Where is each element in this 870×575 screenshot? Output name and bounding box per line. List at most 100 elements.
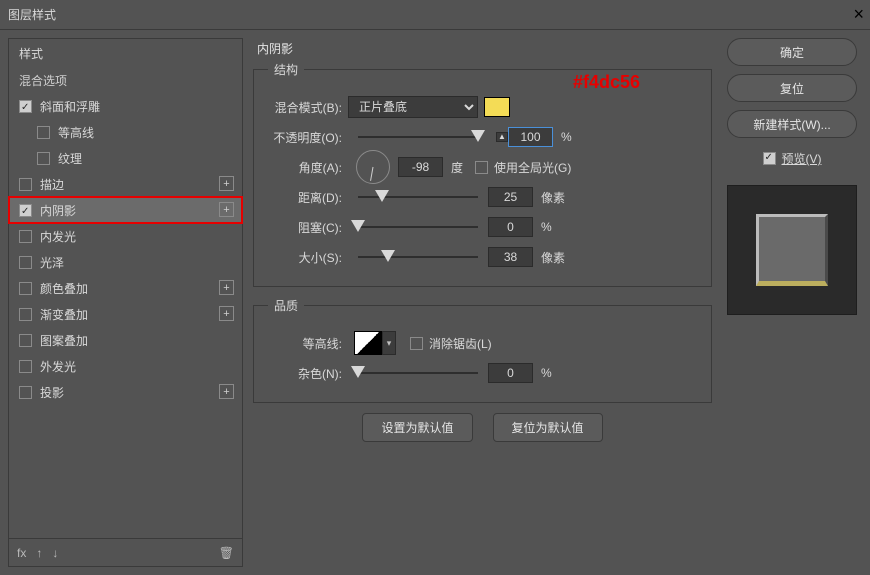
structure-group: 结构 混合模式(B): 正片叠底 不透明度(O): ▲ % 角度(A): 度: [253, 61, 712, 287]
color-swatch[interactable]: [484, 97, 510, 117]
size-unit: 像素: [541, 249, 565, 266]
contour-dropdown-icon[interactable]: ▾: [382, 331, 396, 355]
sidebar-item-6[interactable]: 光泽: [9, 249, 242, 275]
sidebar-item-1[interactable]: 等高线: [9, 119, 242, 145]
blend-mode-select[interactable]: 正片叠底: [348, 96, 478, 118]
sidebar-item-label: 内阴影: [40, 202, 76, 219]
sidebar-item-0[interactable]: 斜面和浮雕: [9, 93, 242, 119]
sidebar-footer: fx ↑ ↓ 🗑: [9, 538, 242, 566]
sidebar-item-label: 光泽: [40, 254, 64, 271]
color-annotation: #f4dc56: [573, 72, 640, 93]
size-label: 大小(S):: [268, 249, 348, 266]
add-icon[interactable]: +: [219, 280, 234, 295]
preview-checkbox[interactable]: [763, 152, 776, 165]
angle-label: 角度(A):: [268, 159, 348, 176]
checkbox-icon[interactable]: [19, 334, 32, 347]
anti-alias-checkbox[interactable]: [410, 337, 423, 350]
noise-label: 杂色(N):: [268, 365, 348, 382]
choke-label: 阻塞(C):: [268, 219, 348, 236]
sidebar-item-label: 内发光: [40, 228, 76, 245]
contour-picker[interactable]: [354, 331, 382, 355]
sidebar-item-8[interactable]: 渐变叠加 +: [9, 301, 242, 327]
preview-thumbnail: [727, 185, 857, 315]
sidebar-item-label: 斜面和浮雕: [40, 98, 100, 115]
sidebar-item-label: 外发光: [40, 358, 76, 375]
angle-unit: 度: [451, 159, 463, 176]
sidebar-header: 样式: [9, 39, 242, 68]
trash-icon[interactable]: 🗑: [219, 546, 234, 560]
sidebar-item-label: 纹理: [58, 150, 82, 167]
titlebar: 图层样式 ×: [0, 0, 870, 30]
structure-legend: 结构: [268, 61, 304, 78]
size-input[interactable]: [488, 247, 533, 267]
arrow-up-icon[interactable]: ↑: [36, 546, 42, 560]
checkbox-icon[interactable]: [37, 126, 50, 139]
preview-label: 预览(V): [782, 150, 822, 167]
sidebar-item-9[interactable]: 图案叠加: [9, 327, 242, 353]
noise-input[interactable]: [488, 363, 533, 383]
sidebar-item-label: 投影: [40, 384, 64, 401]
checkbox-icon[interactable]: [19, 178, 32, 191]
close-icon[interactable]: ×: [853, 4, 864, 25]
sidebar-item-4[interactable]: 内阴影 +: [9, 197, 242, 223]
add-icon[interactable]: +: [219, 202, 234, 217]
sidebar-item-label: 图案叠加: [40, 332, 88, 349]
noise-slider[interactable]: [358, 366, 478, 380]
sidebar-item-7[interactable]: 颜色叠加 +: [9, 275, 242, 301]
contour-label: 等高线:: [268, 335, 348, 352]
anti-alias-label: 消除锯齿(L): [429, 335, 492, 352]
sidebar-item-10[interactable]: 外发光: [9, 353, 242, 379]
stepper-icon[interactable]: ▲: [496, 132, 508, 142]
size-slider[interactable]: [358, 250, 478, 264]
checkbox-icon[interactable]: [19, 386, 32, 399]
global-light-checkbox[interactable]: [475, 161, 488, 174]
blend-mode-label: 混合模式(B):: [268, 99, 348, 116]
checkbox-icon[interactable]: [19, 360, 32, 373]
sidebar-item-label: 颜色叠加: [40, 280, 88, 297]
quality-group: 品质 等高线: ▾ 消除锯齿(L) 杂色(N): %: [253, 297, 712, 403]
arrow-down-icon[interactable]: ↓: [52, 546, 58, 560]
global-light-label: 使用全局光(G): [494, 159, 571, 176]
right-panel: 确定 复位 新建样式(W)... 预览(V): [722, 38, 862, 567]
fx-icon[interactable]: fx: [17, 546, 26, 560]
distance-unit: 像素: [541, 189, 565, 206]
checkbox-icon[interactable]: [19, 308, 32, 321]
sidebar-item-label: 描边: [40, 176, 64, 193]
checkbox-icon[interactable]: [19, 204, 32, 217]
panel-title: 内阴影: [253, 38, 712, 61]
opacity-slider[interactable]: [358, 130, 478, 144]
sidebar-item-5[interactable]: 内发光: [9, 223, 242, 249]
ok-button[interactable]: 确定: [727, 38, 857, 66]
main-panel: 内阴影 #f4dc56 结构 混合模式(B): 正片叠底 不透明度(O): ▲ …: [253, 38, 712, 567]
sidebar-subheader[interactable]: 混合选项: [9, 68, 242, 93]
sidebar-item-label: 渐变叠加: [40, 306, 88, 323]
checkbox-icon[interactable]: [19, 256, 32, 269]
styles-sidebar: 样式 混合选项 斜面和浮雕等高线纹理描边 + 内阴影 + 内发光光泽颜色叠加 + 渐变叠加 +…: [8, 38, 243, 567]
distance-input[interactable]: [488, 187, 533, 207]
opacity-label: 不透明度(O):: [268, 129, 348, 146]
opacity-input[interactable]: [508, 127, 553, 147]
noise-unit: %: [541, 366, 552, 380]
new-style-button[interactable]: 新建样式(W)...: [727, 110, 857, 138]
checkbox-icon[interactable]: [19, 100, 32, 113]
make-default-button[interactable]: 设置为默认值: [362, 413, 472, 442]
sidebar-item-3[interactable]: 描边 +: [9, 171, 242, 197]
sidebar-item-11[interactable]: 投影 +: [9, 379, 242, 405]
sidebar-item-2[interactable]: 纹理: [9, 145, 242, 171]
choke-input[interactable]: [488, 217, 533, 237]
choke-slider[interactable]: [358, 220, 478, 234]
add-icon[interactable]: +: [219, 176, 234, 191]
window-title: 图层样式: [8, 6, 56, 23]
checkbox-icon[interactable]: [37, 152, 50, 165]
distance-label: 距离(D):: [268, 189, 348, 206]
opacity-unit: %: [561, 130, 572, 144]
angle-dial[interactable]: [356, 150, 390, 184]
angle-input[interactable]: [398, 157, 443, 177]
checkbox-icon[interactable]: [19, 230, 32, 243]
checkbox-icon[interactable]: [19, 282, 32, 295]
add-icon[interactable]: +: [219, 384, 234, 399]
reset-default-button[interactable]: 复位为默认值: [493, 413, 603, 442]
add-icon[interactable]: +: [219, 306, 234, 321]
distance-slider[interactable]: [358, 190, 478, 204]
cancel-button[interactable]: 复位: [727, 74, 857, 102]
